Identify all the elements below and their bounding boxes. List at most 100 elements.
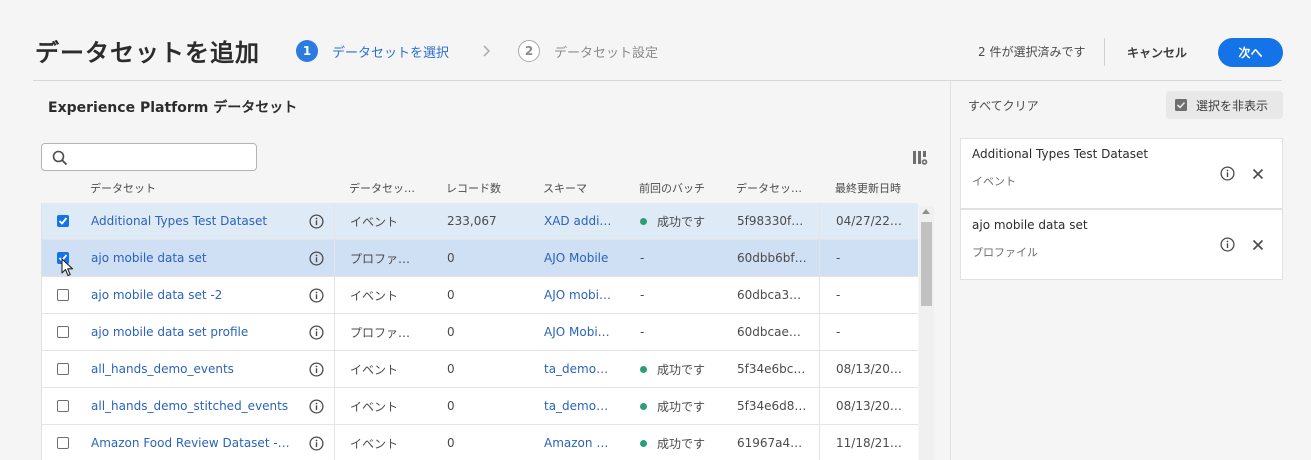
- column-divider: [819, 240, 820, 276]
- column-header-last-updated[interactable]: 最終更新日時: [835, 180, 901, 196]
- clear-all-link[interactable]: すべてクリア: [968, 97, 1039, 114]
- row-checkbox[interactable]: [57, 400, 69, 412]
- dataset-id: 60dbcae…: [737, 325, 801, 339]
- close-icon[interactable]: [1252, 239, 1264, 251]
- selected-dataset-name: ajo mobile data set: [972, 218, 1088, 232]
- search-input[interactable]: [41, 143, 257, 171]
- info-icon[interactable]: [309, 214, 324, 229]
- table-row[interactable]: all_hands_demo_events イベント 0 ta_demo… 成功…: [42, 351, 918, 388]
- info-icon[interactable]: [309, 288, 324, 303]
- selected-dataset-name: Additional Types Test Dataset: [972, 147, 1149, 161]
- column-divider: [334, 314, 335, 350]
- table-row[interactable]: ajo mobile data set profile プロファ… 0 AJO …: [42, 314, 918, 351]
- column-divider: [819, 351, 820, 387]
- close-icon[interactable]: [1252, 168, 1264, 180]
- selected-dataset-card: ajo mobile data set プロファイル: [960, 209, 1283, 280]
- next-button[interactable]: 次へ: [1218, 38, 1283, 67]
- column-header-type[interactable]: データセッ…: [349, 180, 415, 196]
- last-updated: 04/27/22…: [836, 214, 902, 228]
- schema-link[interactable]: ta_demo…: [544, 388, 624, 424]
- success-status-dot: [640, 217, 647, 225]
- record-count: 0: [447, 288, 455, 302]
- table-row[interactable]: all_hands_demo_stitched_events イベント 0 ta…: [42, 388, 918, 425]
- cancel-button[interactable]: キャンセル: [1115, 39, 1199, 65]
- dataset-id: 60dbb6bf…: [737, 251, 807, 265]
- info-icon[interactable]: [309, 436, 324, 451]
- hide-selected-button[interactable]: 選択を非表示: [1166, 91, 1283, 119]
- record-count: 0: [447, 436, 455, 450]
- dataset-name[interactable]: all_hands_demo_stitched_events: [91, 388, 301, 424]
- info-icon[interactable]: [1220, 166, 1235, 181]
- column-settings-icon[interactable]: [912, 150, 928, 166]
- record-count: 233,067: [447, 214, 497, 228]
- last-updated: -: [836, 325, 841, 339]
- table-row[interactable]: ajo mobile data set -2 イベント 0 AJO mobi… …: [42, 277, 918, 314]
- dataset-type: イベント: [350, 436, 399, 451]
- selected-count: 2 件が選択済みです: [978, 45, 1086, 59]
- info-icon[interactable]: [1220, 237, 1235, 252]
- info-icon[interactable]: [309, 251, 324, 266]
- dataset-name[interactable]: ajo mobile data set profile: [91, 314, 301, 350]
- dataset-id: 5f34e6bc…: [737, 362, 806, 376]
- scroll-up-arrow-icon[interactable]: [922, 209, 930, 214]
- table-scrollbar[interactable]: [919, 206, 934, 460]
- dataset-type: イベント: [350, 288, 399, 303]
- step1-label: データセットを選択: [332, 45, 450, 61]
- last-batch-status: 成功です: [640, 203, 730, 239]
- info-icon[interactable]: [309, 399, 324, 414]
- column-header-schema[interactable]: スキーマ: [543, 180, 587, 196]
- info-icon[interactable]: [309, 325, 324, 340]
- header: データセットを追加 1 データセットを選択 2 データセット設定 2 件が選択済…: [0, 0, 1311, 81]
- column-divider: [334, 425, 335, 460]
- row-checkbox[interactable]: [57, 215, 69, 227]
- schema-link[interactable]: Amazon …: [544, 425, 624, 460]
- dataset-name[interactable]: ajo mobile data set -2: [91, 277, 301, 313]
- last-updated: 08/13/20…: [836, 362, 902, 376]
- row-checkbox[interactable]: [57, 326, 69, 338]
- column-header-dataset[interactable]: データセット: [90, 180, 156, 196]
- row-checkbox[interactable]: [57, 363, 69, 375]
- selected-dataset-card: Additional Types Test Dataset イベント: [960, 138, 1283, 209]
- dataset-type: イベント: [350, 399, 399, 414]
- last-updated: -: [836, 251, 841, 265]
- row-checkbox[interactable]: [57, 437, 69, 449]
- table-row[interactable]: Amazon Food Review Dataset -… イベント 0 Ama…: [42, 425, 918, 460]
- dataset-name[interactable]: Amazon Food Review Dataset -…: [91, 425, 301, 460]
- record-count: 0: [447, 251, 455, 265]
- schema-link[interactable]: ta_demo…: [544, 351, 624, 387]
- last-batch-status: -: [640, 251, 645, 265]
- table-row[interactable]: Additional Types Test Dataset イベント 233,0…: [42, 203, 918, 240]
- dataset-name[interactable]: ajo mobile data set: [91, 240, 301, 276]
- schema-link[interactable]: AJO Mobi…: [544, 314, 624, 350]
- batch-status-text: 成功です: [657, 399, 706, 414]
- last-batch-status: -: [640, 325, 645, 339]
- record-count: 0: [447, 399, 455, 413]
- schema-link[interactable]: XAD addi…: [544, 203, 624, 239]
- column-header-records[interactable]: レコード数: [446, 180, 501, 196]
- row-checkbox[interactable]: [57, 289, 69, 301]
- dataset-name[interactable]: all_hands_demo_events: [91, 351, 301, 387]
- column-header-dataset-id[interactable]: データセッ…: [736, 180, 802, 196]
- checkbox-icon: [1175, 99, 1187, 111]
- column-header-last-batch[interactable]: 前回のバッチ: [639, 180, 705, 196]
- column-divider: [819, 203, 820, 239]
- schema-link[interactable]: AJO Mobile: [544, 240, 624, 276]
- column-divider: [334, 351, 335, 387]
- dataset-name[interactable]: Additional Types Test Dataset: [91, 203, 301, 239]
- scrollbar-thumb[interactable]: [921, 222, 932, 306]
- schema-link[interactable]: AJO mobi…: [544, 277, 624, 313]
- dataset-id: 60dbca3…: [737, 288, 802, 302]
- info-icon[interactable]: [309, 362, 324, 377]
- record-count: 0: [447, 325, 455, 339]
- last-updated: 11/18/21…: [836, 436, 902, 450]
- table-row[interactable]: ajo mobile data set プロファ… 0 AJO Mobile -…: [42, 240, 918, 277]
- chevron-right-icon: [483, 45, 491, 57]
- mouse-cursor-icon: [61, 258, 74, 277]
- step1-number: 1: [296, 40, 318, 62]
- column-divider: [819, 277, 820, 313]
- batch-status-text: 成功です: [657, 436, 706, 451]
- dataset-type: イベント: [350, 362, 399, 377]
- column-divider: [334, 388, 335, 424]
- dataset-type: プロファ…: [350, 251, 411, 266]
- dataset-id: 61967a4…: [737, 436, 803, 450]
